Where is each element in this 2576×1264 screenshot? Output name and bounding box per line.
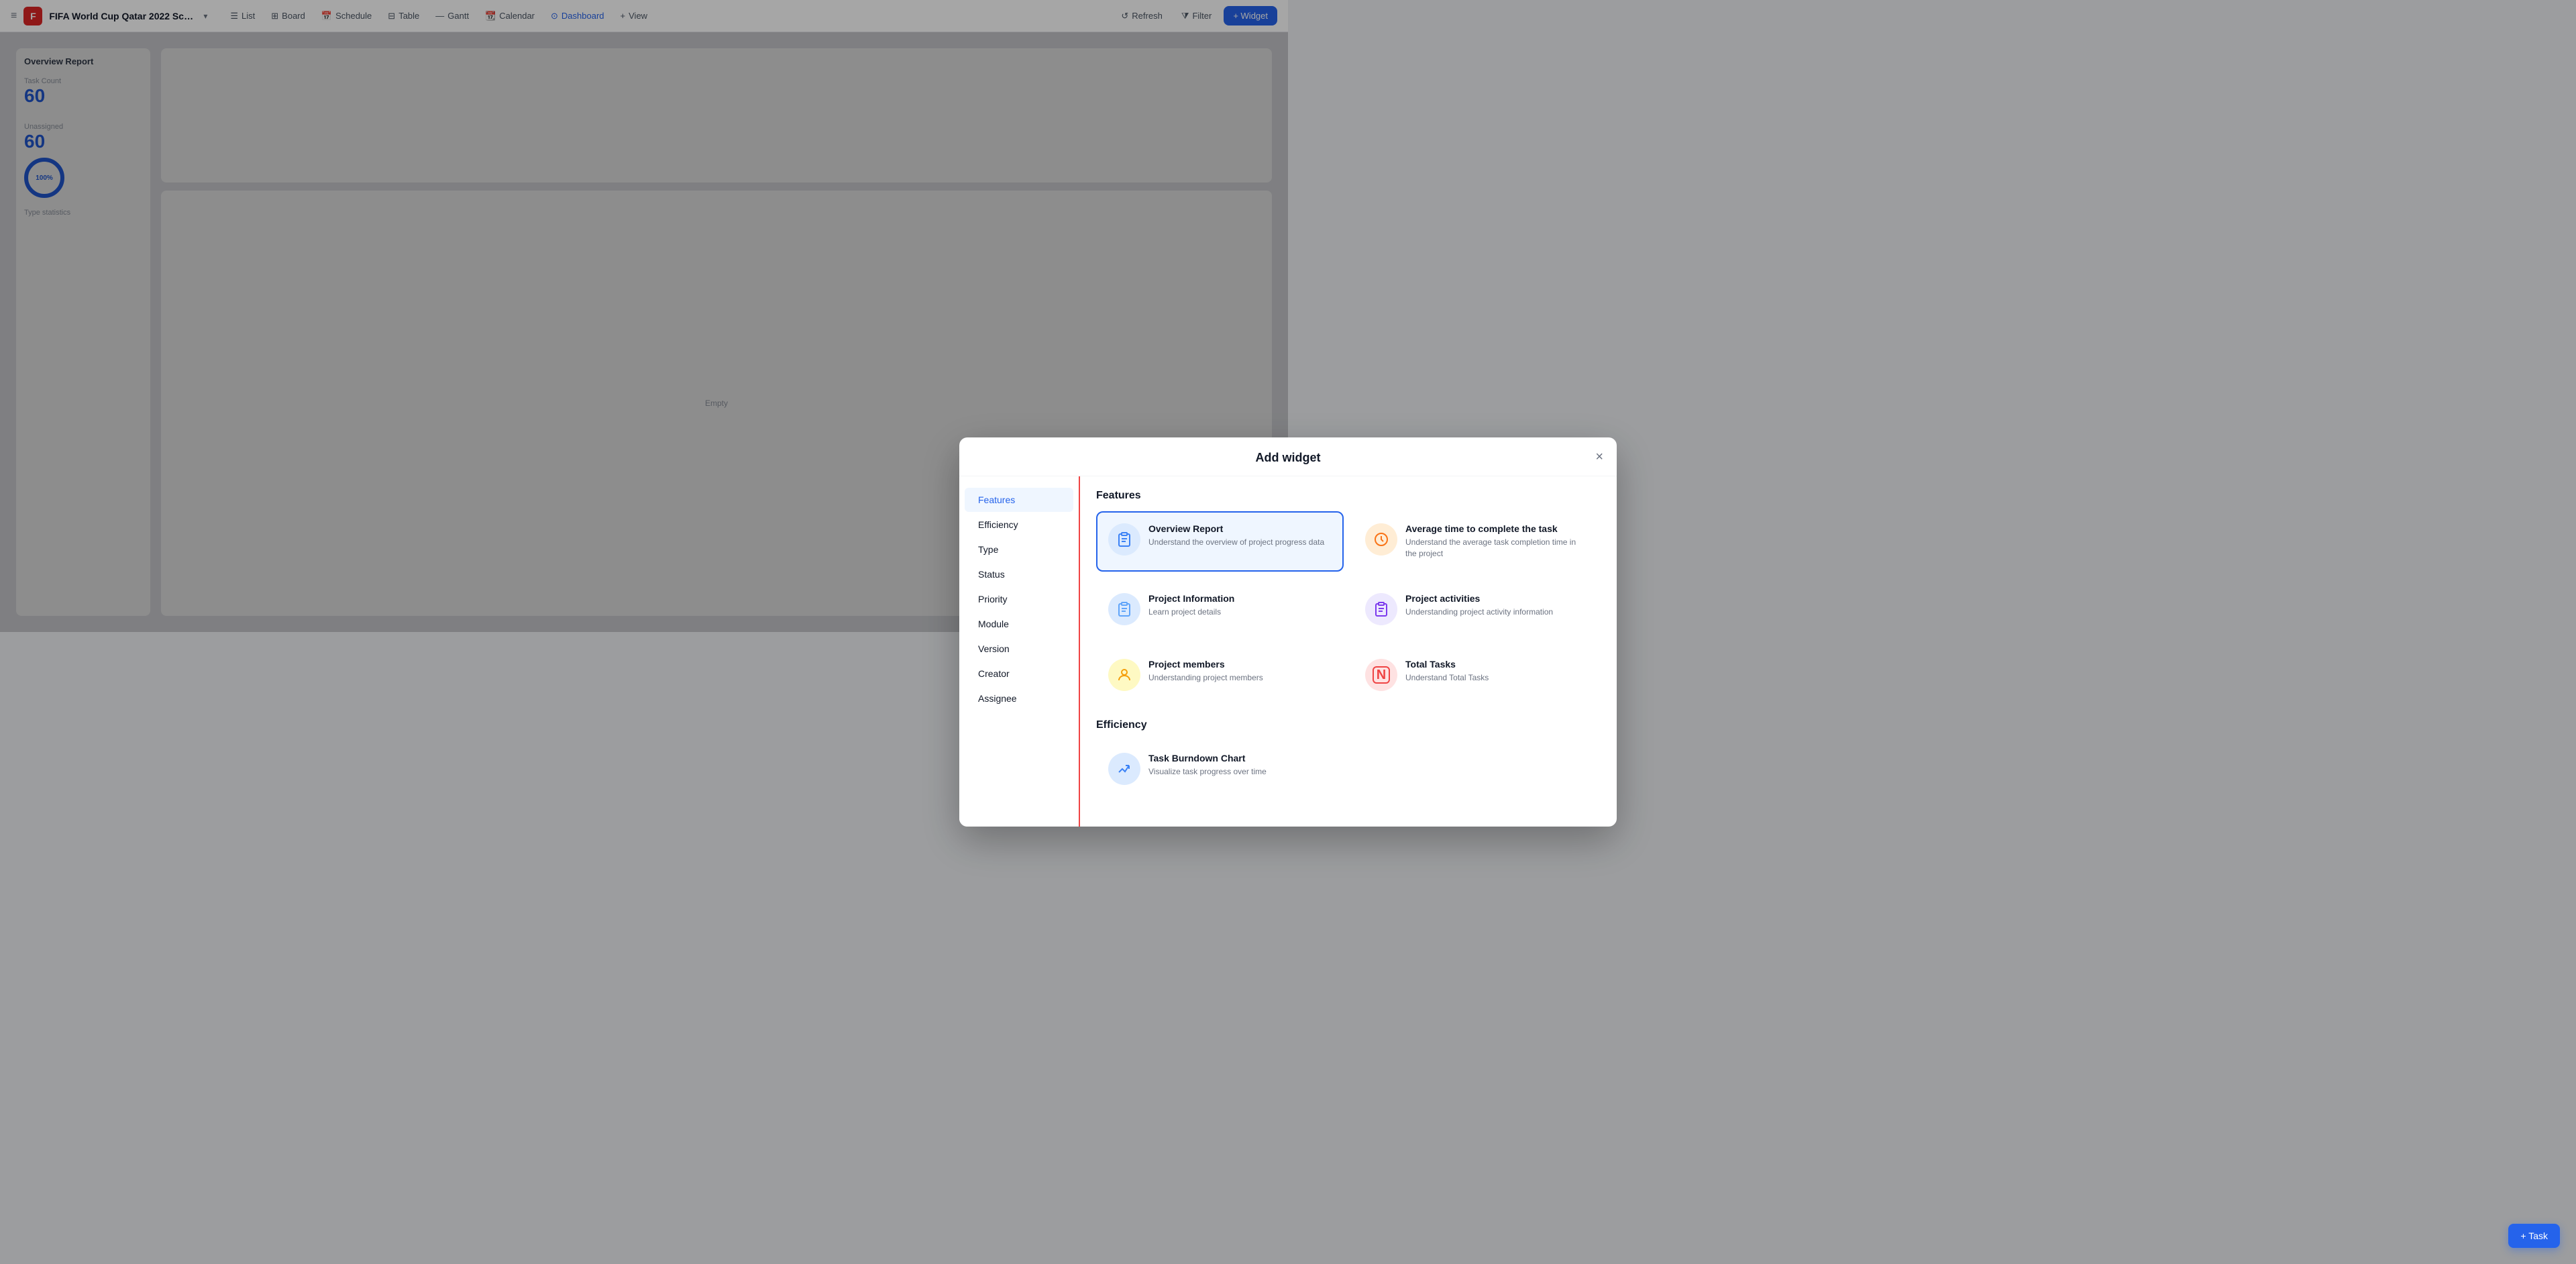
widget-icon-project-members bbox=[1108, 659, 1140, 691]
modal-nav: FeaturesEfficiencyTypeStatusPriorityModu… bbox=[959, 476, 1080, 827]
widget-info-project-activities: Project activities Understanding project … bbox=[1405, 593, 1589, 618]
modal-nav-type[interactable]: Type bbox=[965, 537, 1073, 562]
modal-body: FeaturesEfficiencyTypeStatusPriorityModu… bbox=[959, 476, 1617, 827]
modal-content: Features Overview Report Understand the ov… bbox=[1080, 476, 1617, 827]
widget-info-avg-time: Average time to complete the task Underst… bbox=[1405, 523, 1589, 560]
widget-name-task-burndown: Task Burndown Chart bbox=[1148, 753, 1332, 763]
widget-name-total-tasks: Total Tasks bbox=[1405, 659, 1589, 670]
widget-card-total-tasks[interactable]: N Total Tasks Understand Total Tasks bbox=[1353, 647, 1601, 703]
widget-card-avg-time[interactable]: Average time to complete the task Underst… bbox=[1353, 511, 1601, 572]
widget-desc-project-members: Understanding project members bbox=[1148, 672, 1332, 684]
add-task-button[interactable]: + Task bbox=[2508, 1224, 2560, 1248]
section-title-efficiency: Efficiency bbox=[1096, 719, 1601, 731]
modal-nav-status[interactable]: Status bbox=[965, 562, 1073, 586]
modal-nav-version[interactable]: Version bbox=[965, 637, 1073, 661]
modal-nav-module[interactable]: Module bbox=[965, 612, 1073, 636]
widget-info-overview-report: Overview Report Understand the overview o… bbox=[1148, 523, 1332, 548]
section-title-features: Features bbox=[1096, 490, 1601, 502]
widget-icon-project-info bbox=[1108, 593, 1140, 625]
modal-nav-creator[interactable]: Creator bbox=[965, 662, 1073, 686]
widget-card-overview-report[interactable]: Overview Report Understand the overview o… bbox=[1096, 511, 1344, 572]
widget-desc-total-tasks: Understand Total Tasks bbox=[1405, 672, 1589, 684]
modal-nav-features[interactable]: Features bbox=[965, 488, 1073, 512]
widget-desc-overview-report: Understand the overview of project progr… bbox=[1148, 537, 1332, 548]
widget-info-task-burndown: Task Burndown Chart Visualize task progre… bbox=[1148, 753, 1332, 778]
widget-info-project-info: Project Information Learn project details bbox=[1148, 593, 1332, 618]
widget-desc-project-activities: Understanding project activity informati… bbox=[1405, 607, 1589, 618]
widget-name-overview-report: Overview Report bbox=[1148, 523, 1332, 534]
widget-icon-task-burndown bbox=[1108, 753, 1140, 785]
widget-card-project-info[interactable]: Project Information Learn project details bbox=[1096, 581, 1344, 637]
widget-icon-overview-report bbox=[1108, 523, 1140, 556]
modal-nav-efficiency[interactable]: Efficiency bbox=[965, 513, 1073, 537]
widget-icon-avg-time bbox=[1365, 523, 1397, 556]
widget-card-project-activities[interactable]: Project activities Understanding project … bbox=[1353, 581, 1601, 637]
modal-overlay[interactable]: Add widget × FeaturesEfficiencyTypeStatu… bbox=[0, 0, 2576, 1264]
widget-name-project-members: Project members bbox=[1148, 659, 1332, 670]
widget-desc-avg-time: Understand the average task completion t… bbox=[1405, 537, 1589, 560]
widget-desc-project-info: Learn project details bbox=[1148, 607, 1332, 618]
widget-name-project-info: Project Information bbox=[1148, 593, 1332, 604]
modal-header: Add widget × bbox=[959, 437, 1617, 476]
widget-card-project-members[interactable]: Project members Understanding project mem… bbox=[1096, 647, 1344, 703]
modal-nav-assignee[interactable]: Assignee bbox=[965, 686, 1073, 710]
widget-icon-total-tasks: N bbox=[1365, 659, 1397, 691]
widget-desc-task-burndown: Visualize task progress over time bbox=[1148, 766, 1332, 778]
modal-title: Add widget bbox=[1256, 451, 1321, 465]
widget-info-total-tasks: Total Tasks Understand Total Tasks bbox=[1405, 659, 1589, 684]
widget-card-task-burndown[interactable]: Task Burndown Chart Visualize task progre… bbox=[1096, 741, 1344, 797]
widget-grid-features: Overview Report Understand the overview o… bbox=[1096, 511, 1601, 703]
widget-icon-project-activities bbox=[1365, 593, 1397, 625]
widget-name-avg-time: Average time to complete the task bbox=[1405, 523, 1589, 534]
widget-grid-efficiency: Task Burndown Chart Visualize task progre… bbox=[1096, 741, 1601, 797]
modal-close-button[interactable]: × bbox=[1595, 450, 1603, 464]
add-widget-modal: Add widget × FeaturesEfficiencyTypeStatu… bbox=[959, 437, 1617, 827]
modal-nav-priority[interactable]: Priority bbox=[965, 587, 1073, 611]
widget-info-project-members: Project members Understanding project mem… bbox=[1148, 659, 1332, 684]
widget-name-project-activities: Project activities bbox=[1405, 593, 1589, 604]
